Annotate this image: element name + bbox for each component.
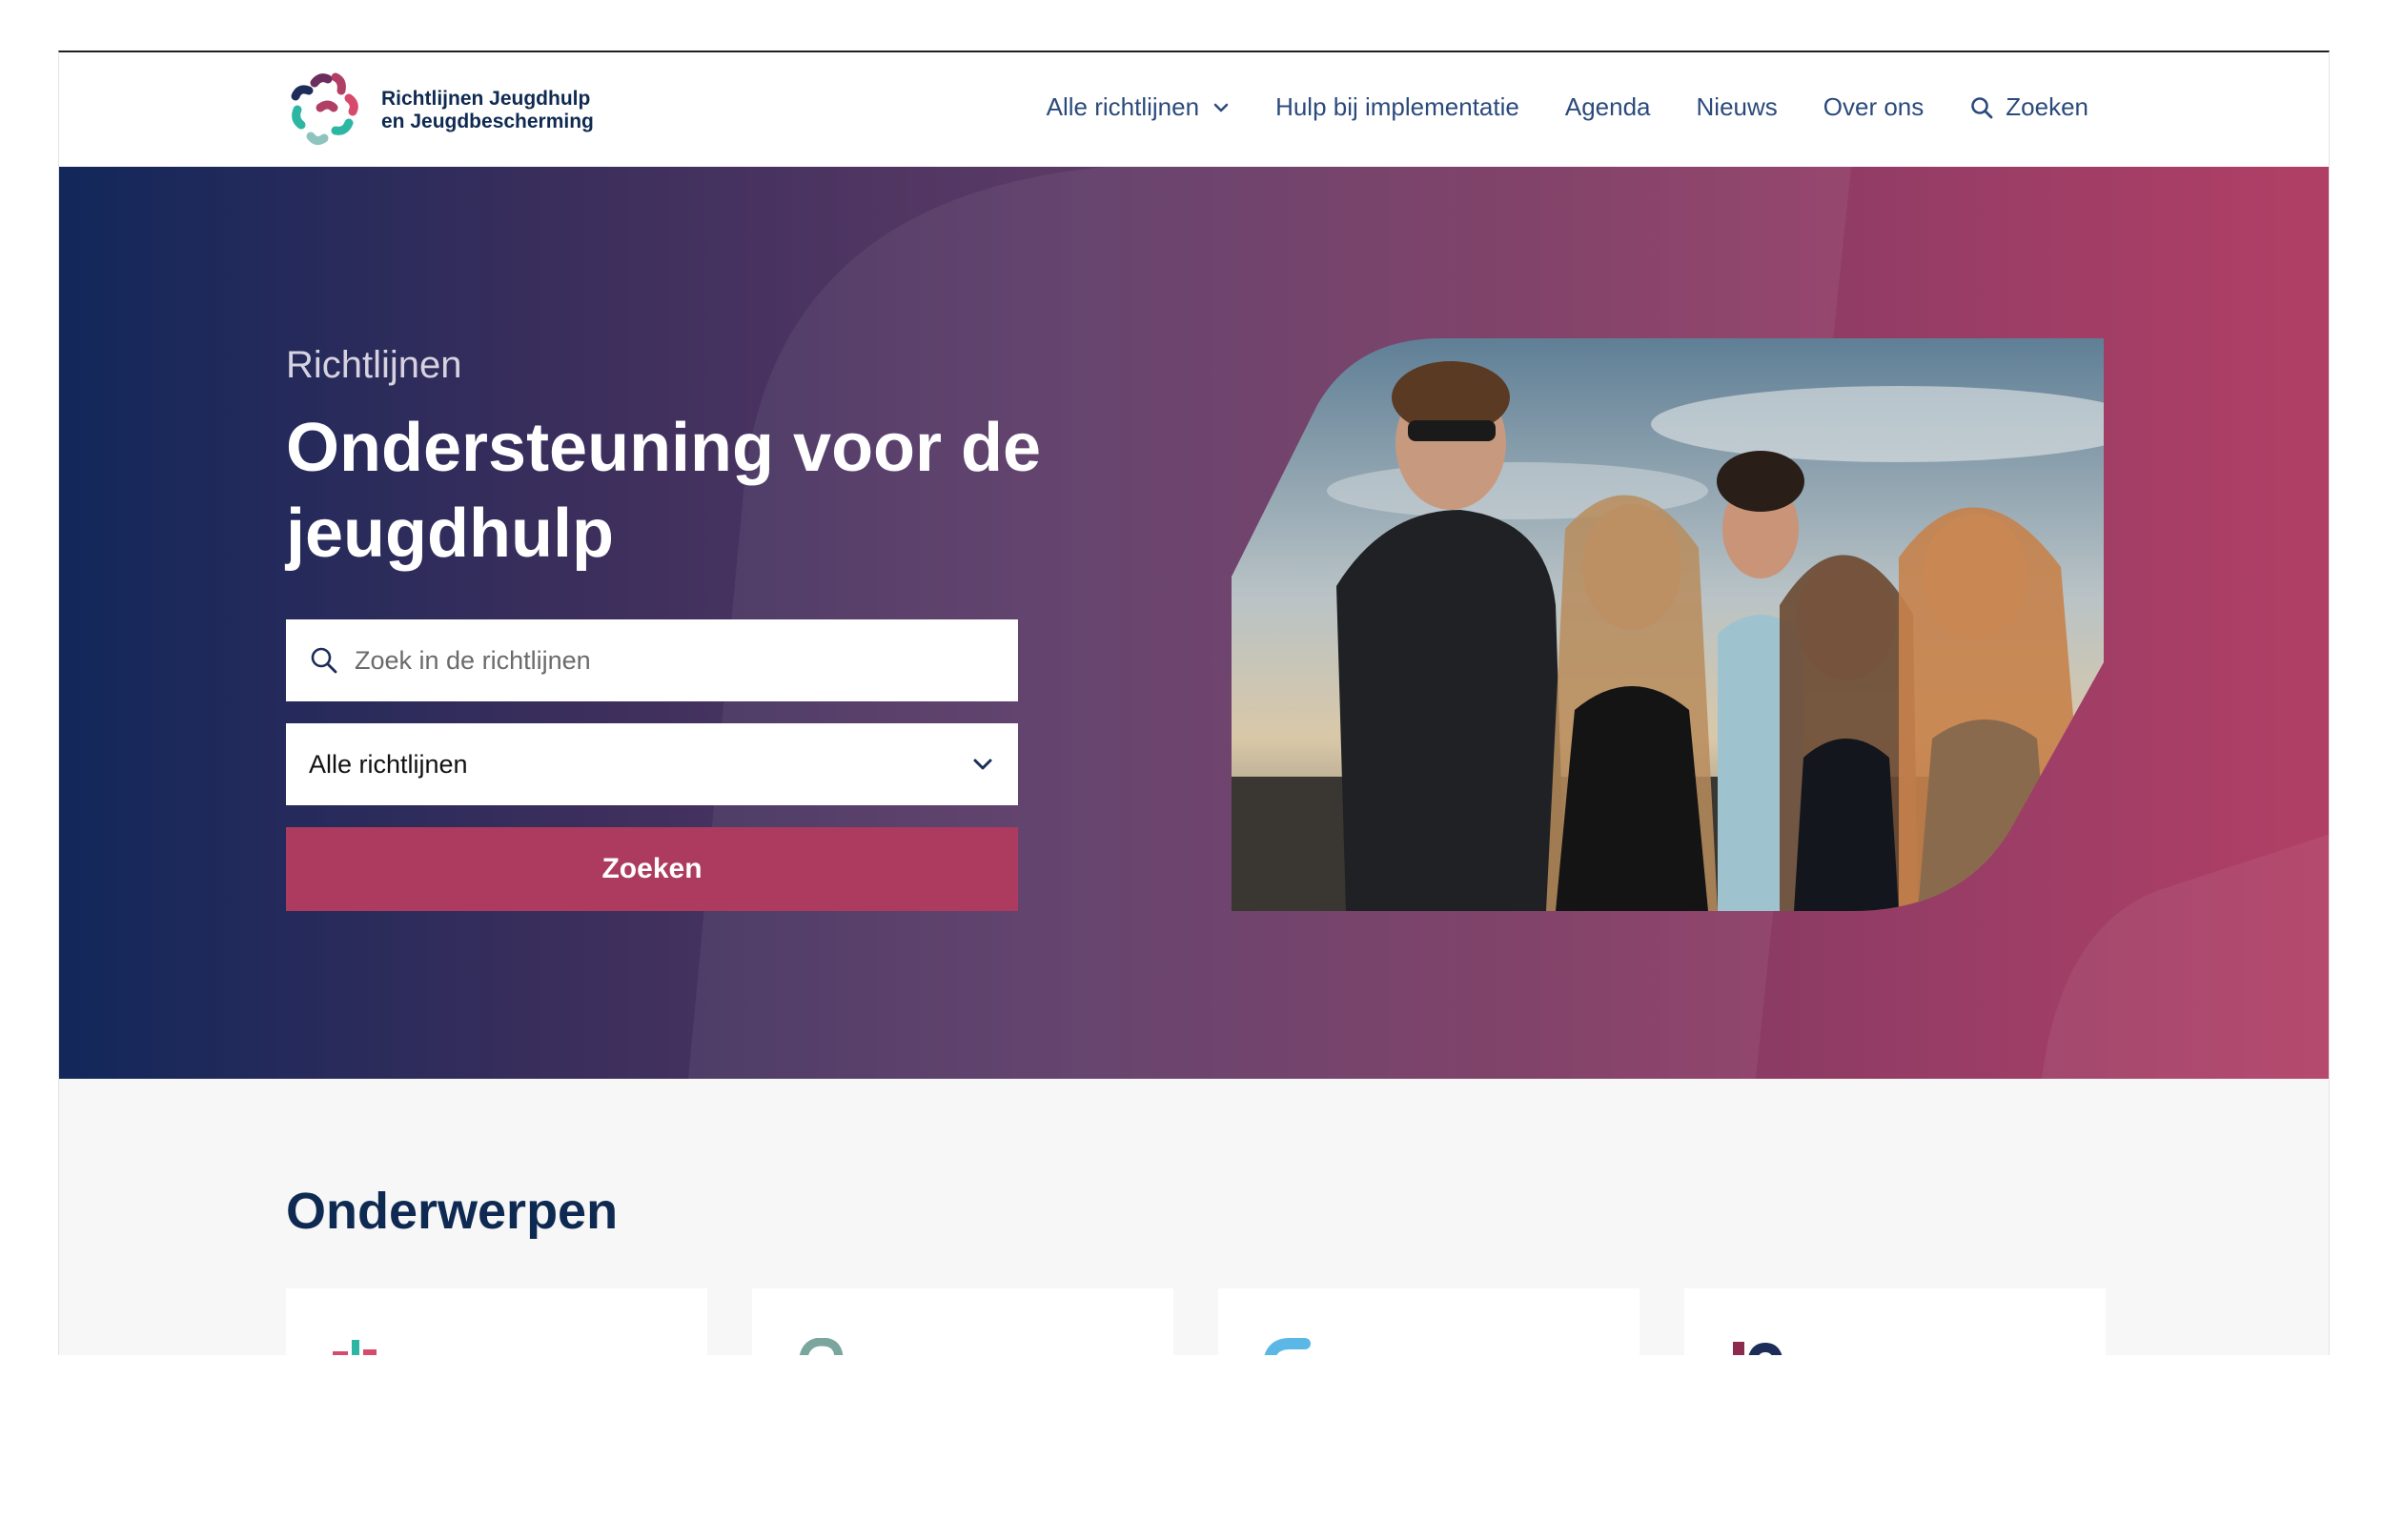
- topic-icon-navy-maroon: [1733, 1342, 1782, 1355]
- logo-line-2: en Jeugdbescherming: [381, 111, 594, 132]
- logo-icon: [291, 72, 358, 146]
- guideline-select-value: Alle richtlijnen: [309, 749, 468, 779]
- nav-agenda-label: Agenda: [1564, 92, 1651, 121]
- nav-agenda[interactable]: Agenda: [1565, 92, 1651, 122]
- search-button[interactable]: Zoeken: [286, 827, 1018, 911]
- topic-card[interactable]: [1684, 1288, 2106, 1355]
- topics-title: Onderwerpen: [286, 1183, 619, 1240]
- topic-card[interactable]: [752, 1288, 1173, 1355]
- nav-zoeken[interactable]: Zoeken: [1969, 92, 2088, 122]
- search-icon: [311, 647, 337, 674]
- nav-nieuws[interactable]: Nieuws: [1697, 92, 1778, 122]
- search-icon: [1971, 96, 1993, 118]
- logo-text: Richtlijnen Jeugdhulp en Jeugdbeschermin…: [381, 88, 594, 133]
- nav-nieuws-label: Nieuws: [1696, 92, 1778, 121]
- nav-zoeken-label: Zoeken: [2006, 92, 2088, 121]
- chevron-down-icon: [973, 759, 992, 770]
- search-field[interactable]: [286, 619, 1018, 701]
- hero-kicker: Richtlijnen: [286, 344, 462, 386]
- topic-card[interactable]: [1218, 1288, 1640, 1355]
- logo-line-1: Richtlijnen Jeugdhulp: [381, 88, 591, 110]
- nav-hulp-label: Hulp bij implementatie: [1275, 92, 1519, 121]
- guideline-select[interactable]: Alle richtlijnen: [286, 723, 1018, 805]
- hero-photo: [1232, 338, 2104, 911]
- nav-alle-richtlijnen-label: Alle richtlijnen: [1046, 92, 1200, 121]
- hero-section: Richtlijnen Ondersteuning voor de jeugdh…: [59, 167, 2329, 1079]
- topic-icon-green: [799, 1338, 844, 1355]
- chevron-down-icon: [1213, 103, 1229, 111]
- nav-over-ons-label: Over ons: [1823, 92, 1925, 121]
- site-logo[interactable]: Richtlijnen Jeugdhulp en Jeugdbeschermin…: [286, 70, 594, 152]
- site-header: Richtlijnen Jeugdhulp en Jeugdbeschermin…: [59, 52, 2329, 167]
- nav-alle-richtlijnen[interactable]: Alle richtlijnen: [1047, 92, 1230, 122]
- topic-icon-teal-pink: [333, 1340, 377, 1355]
- main-nav: Alle richtlijnen Hulp bij implementatie …: [1047, 92, 2088, 122]
- topics-section: Onderwerpen: [59, 1079, 2329, 1355]
- topic-icon-lightblue: [1264, 1338, 1311, 1355]
- hero-title: Ondersteuning voor de jeugdhulp: [286, 410, 1042, 572]
- search-input[interactable]: [355, 645, 984, 676]
- nav-hulp-bij-implementatie[interactable]: Hulp bij implementatie: [1275, 92, 1519, 122]
- nav-over-ons[interactable]: Over ons: [1823, 92, 1925, 122]
- browser-page: Richtlijnen Jeugdhulp en Jeugdbeschermin…: [58, 51, 2330, 1355]
- topic-card[interactable]: [286, 1288, 707, 1355]
